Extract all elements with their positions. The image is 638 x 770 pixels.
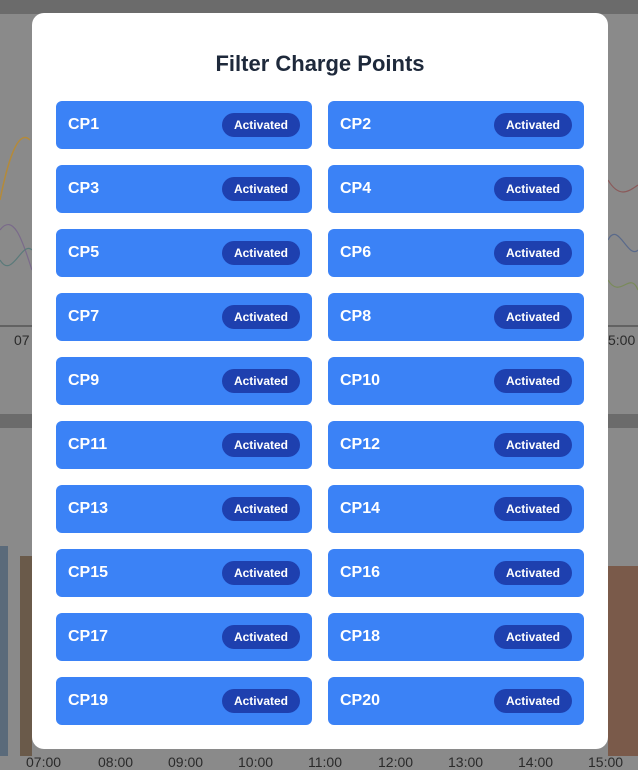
- background-bar: [608, 566, 638, 756]
- charge-point-label: CP11: [68, 436, 108, 453]
- status-badge: Activated: [221, 113, 300, 137]
- charge-point-toggle-cp15[interactable]: CP15 Activated: [56, 549, 312, 597]
- charge-point-label: CP12: [340, 436, 381, 453]
- charge-point-toggle-cp18[interactable]: CP18 Activated: [328, 613, 584, 661]
- status-badge: Activated: [221, 241, 300, 265]
- charge-point-toggle-cp5[interactable]: CP5 Activated: [56, 229, 312, 277]
- filter-charge-points-modal: Filter Charge Points CP1 Activated CP2 A…: [32, 13, 608, 749]
- charge-point-label: CP16: [340, 564, 381, 581]
- background-bar: [0, 546, 8, 756]
- charge-point-toggle-cp4[interactable]: CP4 Activated: [328, 165, 584, 213]
- status-badge: Activated: [493, 625, 572, 649]
- charge-point-toggle-cp1[interactable]: CP1 Activated: [56, 101, 312, 149]
- background-axis-label: 13:00: [448, 754, 484, 770]
- status-badge: Activated: [221, 497, 300, 521]
- charge-point-label: CP2: [340, 116, 372, 133]
- background-axis-label: 08:00: [98, 754, 134, 770]
- charge-point-grid: CP1 Activated CP2 Activated CP3 Activate…: [56, 101, 584, 725]
- charge-point-toggle-cp19[interactable]: CP19 Activated: [56, 677, 312, 725]
- charge-point-label: CP17: [68, 628, 109, 645]
- charge-point-label: CP3: [68, 180, 100, 197]
- charge-point-toggle-cp6[interactable]: CP6 Activated: [328, 229, 584, 277]
- charge-point-label: CP18: [340, 628, 381, 645]
- charge-point-label: CP6: [340, 244, 372, 261]
- status-badge: Activated: [221, 689, 300, 713]
- charge-point-toggle-cp20[interactable]: CP20 Activated: [328, 677, 584, 725]
- charge-point-label: CP15: [68, 564, 109, 581]
- status-badge: Activated: [221, 561, 300, 585]
- charge-point-label: CP4: [340, 180, 372, 197]
- background-axis-label: 14:00: [518, 754, 554, 770]
- charge-point-label: CP14: [340, 500, 381, 517]
- status-badge: Activated: [221, 369, 300, 393]
- status-badge: Activated: [221, 433, 300, 457]
- background-axis-label: 12:00: [378, 754, 414, 770]
- charge-point-toggle-cp12[interactable]: CP12 Activated: [328, 421, 584, 469]
- background-axis-label: 11:00: [308, 754, 342, 770]
- charge-point-toggle-cp3[interactable]: CP3 Activated: [56, 165, 312, 213]
- background-axis-label: 5:00: [608, 332, 636, 348]
- charge-point-label: CP13: [68, 500, 109, 517]
- charge-point-label: CP20: [340, 692, 381, 709]
- status-badge: Activated: [221, 177, 300, 201]
- background-bar: [20, 556, 32, 756]
- status-badge: Activated: [221, 305, 300, 329]
- status-badge: Activated: [493, 113, 572, 137]
- charge-point-label: CP10: [340, 372, 381, 389]
- status-badge: Activated: [493, 497, 572, 521]
- charge-point-toggle-cp9[interactable]: CP9 Activated: [56, 357, 312, 405]
- charge-point-label: CP9: [68, 372, 100, 389]
- background-axis-label: 07: [14, 332, 30, 348]
- charge-point-toggle-cp16[interactable]: CP16 Activated: [328, 549, 584, 597]
- status-badge: Activated: [493, 433, 572, 457]
- charge-point-toggle-cp11[interactable]: CP11 Activated: [56, 421, 312, 469]
- status-badge: Activated: [493, 177, 572, 201]
- status-badge: Activated: [493, 241, 572, 265]
- background-axis-label: 09:00: [168, 754, 204, 770]
- charge-point-label: CP5: [68, 244, 100, 261]
- status-badge: Activated: [493, 305, 572, 329]
- status-badge: Activated: [221, 625, 300, 649]
- charge-point-label: CP1: [68, 116, 100, 133]
- status-badge: Activated: [493, 369, 572, 393]
- charge-point-toggle-cp7[interactable]: CP7 Activated: [56, 293, 312, 341]
- charge-point-toggle-cp17[interactable]: CP17 Activated: [56, 613, 312, 661]
- status-badge: Activated: [493, 561, 572, 585]
- charge-point-label: CP8: [340, 308, 372, 325]
- charge-point-toggle-cp13[interactable]: CP13 Activated: [56, 485, 312, 533]
- charge-point-toggle-cp10[interactable]: CP10 Activated: [328, 357, 584, 405]
- status-badge: Activated: [493, 689, 572, 713]
- background-axis-label: 15:00: [588, 754, 624, 770]
- charge-point-toggle-cp14[interactable]: CP14 Activated: [328, 485, 584, 533]
- charge-point-label: CP19: [68, 692, 109, 709]
- charge-point-label: CP7: [68, 308, 100, 325]
- background-axis-label: 07:00: [26, 754, 62, 770]
- modal-title: Filter Charge Points: [215, 51, 425, 76]
- charge-point-toggle-cp8[interactable]: CP8 Activated: [328, 293, 584, 341]
- charge-point-toggle-cp2[interactable]: CP2 Activated: [328, 101, 584, 149]
- background-axis-label: 10:00: [238, 754, 274, 770]
